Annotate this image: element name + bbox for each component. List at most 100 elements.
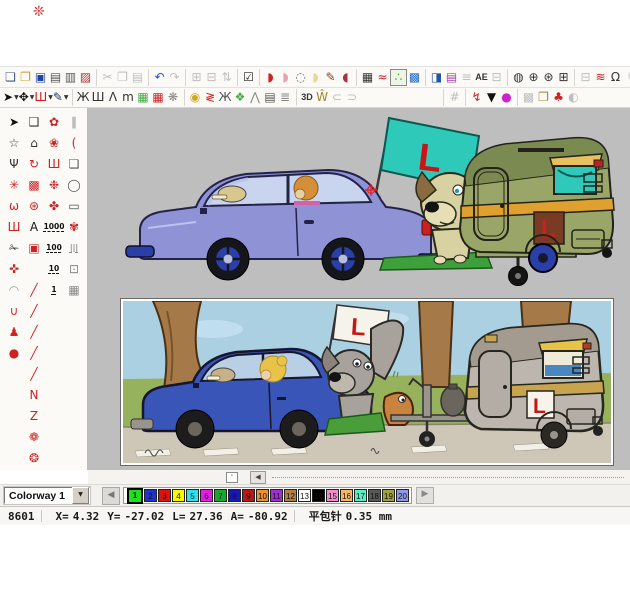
n-stitch-icon[interactable]: N — [24, 384, 44, 405]
print-icon[interactable]: ▤ — [48, 69, 63, 86]
palette-color-11[interactable]: 11 — [270, 489, 283, 502]
wave-fill-icon[interactable]: ≈ — [375, 69, 390, 86]
table-view-icon[interactable]: ▦ — [64, 279, 84, 300]
mouth-shape-icon[interactable]: ∪ — [4, 300, 24, 321]
travel-segment-icon[interactable]: ⊛ — [541, 69, 556, 86]
palette-color-18[interactable]: 18 — [368, 489, 381, 502]
palette-color-17[interactable]: 17 — [354, 489, 367, 502]
pair-view-icon[interactable]: Ω — [608, 69, 623, 86]
palette-color-6[interactable]: 6 — [200, 489, 213, 502]
satin-fill-icon[interactable]: ◗ — [263, 69, 278, 86]
block-fill-icon[interactable]: ▣ — [24, 237, 44, 258]
v-stitch-icon[interactable]: Λ — [106, 89, 121, 106]
send-to-machine-icon[interactable]: ▨ — [78, 69, 93, 86]
scroll-box-button[interactable]: ▫ — [226, 472, 238, 483]
stitch-line-4-icon[interactable]: ╱ — [24, 342, 44, 363]
digitize-pen-dropdown-caret-icon[interactable]: ▼ — [64, 89, 69, 106]
pattern-stamp-icon[interactable]: ▩ — [24, 174, 44, 195]
column-w-icon[interactable]: Ш — [4, 216, 24, 237]
digitize-pen-icon[interactable]: ✎▼ — [53, 89, 69, 106]
zigzag-stitch-icon[interactable]: Ж — [76, 89, 91, 106]
measure-tool-icon[interactable]: Ψ — [4, 153, 24, 174]
palette-color-8[interactable]: 8 — [228, 489, 241, 502]
color-blend-icon[interactable]: ▩ — [407, 69, 422, 86]
density-100-icon[interactable]: 100 — [44, 237, 64, 258]
fan-tool-icon[interactable]: ◠ — [4, 279, 24, 300]
star-point-icon[interactable]: ✜ — [4, 258, 24, 279]
sequin-tool-icon[interactable]: ◉ — [188, 89, 203, 106]
figure-tool-icon[interactable]: ♟ — [4, 321, 24, 342]
colorway-select[interactable]: Colorway 1 ▼ — [4, 487, 90, 504]
needle-point-icon[interactable]: ↯ — [469, 89, 484, 106]
snip-tool-icon[interactable]: ✁ — [4, 237, 24, 258]
reshape-nodes-icon[interactable]: ❑ — [24, 111, 44, 132]
palette-color-10[interactable]: 10 — [256, 489, 269, 502]
gear-pair-icon[interactable]: ❁ — [24, 426, 44, 447]
export-folder-icon[interactable]: ❐ — [536, 89, 551, 106]
pointer-down-icon[interactable]: ▼ — [484, 89, 499, 106]
colorway-dropdown-arrow-icon[interactable]: ▼ — [72, 487, 89, 504]
bars-tool-icon[interactable]: ||| — [64, 237, 84, 258]
hoop-show-icon[interactable]: ◍ — [511, 69, 526, 86]
palette-color-2[interactable]: 2 — [144, 489, 157, 502]
wave-run-icon[interactable]: ω — [4, 195, 24, 216]
pin-point-icon[interactable]: ✳ — [4, 174, 24, 195]
undo-icon[interactable]: ↶ — [152, 69, 167, 86]
chart-view-icon[interactable]: ⊡ — [64, 258, 84, 279]
stitch-type-icon[interactable]: Ш▼ — [34, 89, 52, 106]
density-1000-icon[interactable]: 1000 — [44, 216, 64, 237]
mesh-fill-icon[interactable]: ▦ — [360, 69, 375, 86]
density-1-icon[interactable]: 1 — [44, 279, 64, 300]
palette-next-button[interactable]: ▶ — [416, 487, 434, 504]
run-stitch-pen-icon[interactable]: ✎ — [323, 69, 338, 86]
ellipse-outline-icon[interactable]: ◯ — [64, 174, 84, 195]
design-canvas[interactable]: L — [88, 108, 630, 470]
rotate-ccw-icon[interactable]: ↻ — [24, 153, 44, 174]
fill-stitch-green-icon[interactable]: ▦ — [136, 89, 151, 106]
aster-motif-icon[interactable]: ✾ — [64, 216, 84, 237]
auto-apply-check-icon[interactable]: ☑ — [241, 69, 256, 86]
satin-column-icon[interactable]: Ш — [44, 153, 64, 174]
select-tool-icon[interactable]: ➤▼ — [3, 89, 19, 106]
ball-point-icon[interactable]: ● — [499, 89, 514, 106]
palette-color-1[interactable]: 1 — [127, 488, 143, 504]
thread-colors-icon[interactable]: ▤ — [444, 69, 459, 86]
closed-shape-icon[interactable]: ⌂ — [24, 132, 44, 153]
daisy-fill-icon[interactable]: ❀ — [44, 132, 64, 153]
scatter-fill-icon[interactable]: ∴ — [390, 69, 407, 86]
lines-tool-icon[interactable]: ≣ — [278, 89, 293, 106]
print-preview-icon[interactable]: ▥ — [63, 69, 78, 86]
reshape-tool-icon[interactable]: ✥▼ — [19, 89, 35, 106]
outline-stitch-icon[interactable]: ◌ — [293, 69, 308, 86]
e-stitch-icon[interactable]: m — [121, 89, 136, 106]
stop-tool-icon[interactable]: ● — [4, 342, 24, 363]
new-document-icon[interactable]: ❏ — [3, 69, 18, 86]
lettering-icon[interactable]: AE — [474, 69, 489, 86]
scroll-track[interactable] — [272, 477, 624, 478]
palette-color-19[interactable]: 19 — [382, 489, 395, 502]
palette-color-5[interactable]: 5 — [186, 489, 199, 502]
design-caravan[interactable]: L — [460, 138, 614, 272]
cross-stitch-tool-icon[interactable]: ≷ — [203, 89, 218, 106]
palette-prev-button[interactable]: ◀ — [102, 487, 120, 505]
satin-stitch-icon[interactable]: Ш — [91, 89, 106, 106]
z-stitch-icon[interactable]: Z — [24, 405, 44, 426]
flip-page-icon[interactable]: ❏ — [64, 153, 84, 174]
hatch-tool-icon[interactable]: Ж — [218, 89, 233, 106]
palette-color-15[interactable]: 15 — [326, 489, 339, 502]
motif-stitch-icon[interactable]: ❋ — [166, 89, 181, 106]
stitch-line-2-icon[interactable]: ╱ — [24, 300, 44, 321]
palette-color-16[interactable]: 16 — [340, 489, 353, 502]
gear-single-icon[interactable]: ❂ — [24, 447, 44, 468]
pattern-fill-icon[interactable]: ◗ — [278, 69, 293, 86]
stitch-line-3-icon[interactable]: ╱ — [24, 321, 44, 342]
stitch-ab-icon[interactable]: ≋ — [593, 69, 608, 86]
swirl-fill-icon[interactable]: ⊛ — [24, 195, 44, 216]
bitmap-image-icon[interactable]: ◨ — [429, 69, 444, 86]
petal-fill-icon[interactable]: ◖ — [338, 69, 353, 86]
scroll-left-button[interactable]: ◀ — [250, 471, 266, 484]
palette-color-3[interactable]: 3 — [158, 489, 171, 502]
save-file-icon[interactable]: ▣ — [33, 69, 48, 86]
rectangle-outline-icon[interactable]: ▭ — [64, 195, 84, 216]
palette-color-14[interactable]: 14 — [312, 489, 325, 502]
